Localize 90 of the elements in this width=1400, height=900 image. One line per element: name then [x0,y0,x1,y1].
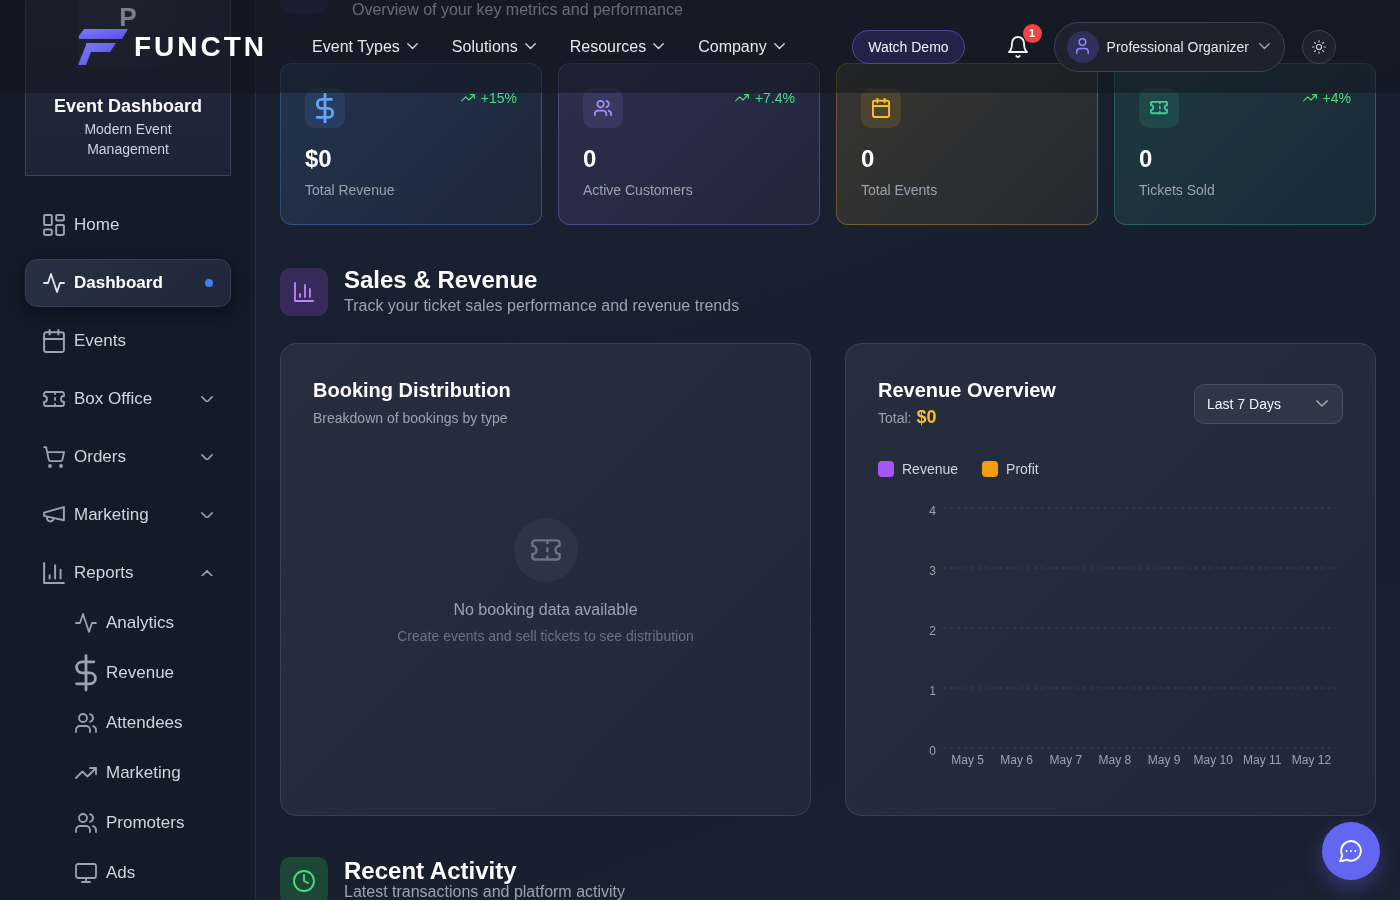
stat-value: 0 [583,144,598,174]
chevron-down-icon [1259,43,1270,50]
sidebar-subitem[interactable]: Marketing [57,753,231,793]
dollar-icon [75,654,97,692]
page-subtitle: Overview of your key metrics and performance [352,0,683,20]
trend-value: +7.4% [754,89,795,108]
nav-menu-item[interactable]: Solutions [451,33,536,60]
bell-icon[interactable] [1007,35,1028,58]
x-axis-label: May 6 [1000,753,1034,768]
sidebar-item[interactable]: Box Office [25,375,231,423]
stat-value: $0 [305,144,333,174]
active-dot [205,279,213,287]
monitor-icon [75,863,97,883]
stat-label: Total Revenue [305,181,396,200]
brand-title: Event Dashboard [53,95,202,117]
section-subtitle: Latest transactions and platform activity [344,883,626,900]
y-axis-label: 1 [929,684,936,699]
trending-up-icon [1302,94,1317,102]
calendar-icon [43,328,65,354]
empty-state-title: No booking data available [453,600,638,620]
bar-chart-icon [280,267,328,316]
section-title: Sales & Revenue [344,266,539,294]
x-axis-label: May 5 [951,753,984,768]
chevron-down-icon [653,43,665,50]
card-title: Revenue Overview [878,378,1056,403]
stat-label: Total Events [861,181,939,200]
chevron-down-icon [1316,400,1328,407]
chevron-down-icon [524,43,536,50]
sidebar-subitem[interactable]: Analytics [57,603,231,643]
legend-label: Revenue [902,461,959,477]
x-axis-label: May 9 [1147,753,1181,768]
stat-value: 0 [861,144,876,174]
y-axis-label: 3 [929,564,936,579]
trend-value: +15% [480,89,517,108]
nav-menu-item[interactable]: Company [698,33,785,60]
logo-icon[interactable] [78,28,128,65]
user-icon [1066,30,1099,63]
sidebar-subitem[interactable]: Attendees [57,703,231,743]
card-subtitle: Breakdown of bookings by type [313,409,509,428]
users-icon [75,713,97,733]
y-axis-label: 0 [929,744,936,759]
user-menu-button[interactable]: Professional Organizer [1053,21,1285,72]
legend-label: Profit [1006,461,1039,477]
sidebar-item[interactable]: Orders [25,433,231,481]
megaphone-icon [43,506,65,524]
watch-demo-button[interactable]: Watch Demo [852,29,965,64]
sidebar-item[interactable]: Events [25,317,231,365]
sidebar-subitem[interactable]: Promoters [57,803,231,843]
stat-value: 0 [1139,144,1154,174]
cart-icon [43,446,65,468]
stat-label: Tickets Sold [1139,181,1216,200]
card-title: Booking Distribution [313,378,512,403]
ticket-icon [43,391,65,407]
nav-menu-item[interactable]: Event Types [312,33,418,60]
total-value: $0 [916,406,937,429]
nav-menu-item[interactable]: Resources [569,33,665,60]
chat-icon [1339,839,1363,863]
trending-up-icon [75,767,97,779]
logo-text[interactable]: FUNCTN [134,30,268,63]
chevron-down-icon [406,43,418,50]
x-axis-label: May 11 [1243,753,1282,768]
sun-icon [1312,39,1326,54]
y-axis-label: 2 [929,624,936,639]
x-axis-label: May 12 [1291,753,1332,768]
y-axis-label: 4 [929,504,936,519]
sidebar-item[interactable]: Dashboard [25,259,231,307]
total-label: Total: [878,409,912,428]
stat-label: Active Customers [583,181,694,200]
x-axis-label: May 8 [1098,753,1132,768]
trend-value: +4% [1322,89,1351,108]
bar-chart-icon [43,562,65,584]
sidebar-item[interactable]: Marketing [25,491,231,539]
grid-icon [43,214,65,236]
section-subtitle: Track your ticket sales performance and revenue trends [344,296,740,316]
sidebar-subitem[interactable]: Revenue [57,653,231,693]
x-axis-label: May 7 [1049,753,1083,768]
pulse-icon [75,613,97,633]
users-icon [75,813,97,833]
sidebar-item[interactable]: Reports [25,549,231,597]
range-dropdown[interactable]: Last 7 Days [1194,383,1343,424]
sidebar-subitem[interactable]: Ads [57,853,231,893]
empty-state-text: Create events and sell tickets to see distribution [397,627,694,646]
brand-subtitle: Modern Event Management [83,120,173,159]
trending-up-icon [734,94,749,102]
sidebar-item[interactable]: Home [25,201,231,249]
x-axis-label: May 10 [1193,753,1233,768]
trending-up-icon [460,94,475,102]
clock-icon [280,857,328,900]
chevron-down-icon [773,43,785,50]
pulse-icon [43,273,65,293]
